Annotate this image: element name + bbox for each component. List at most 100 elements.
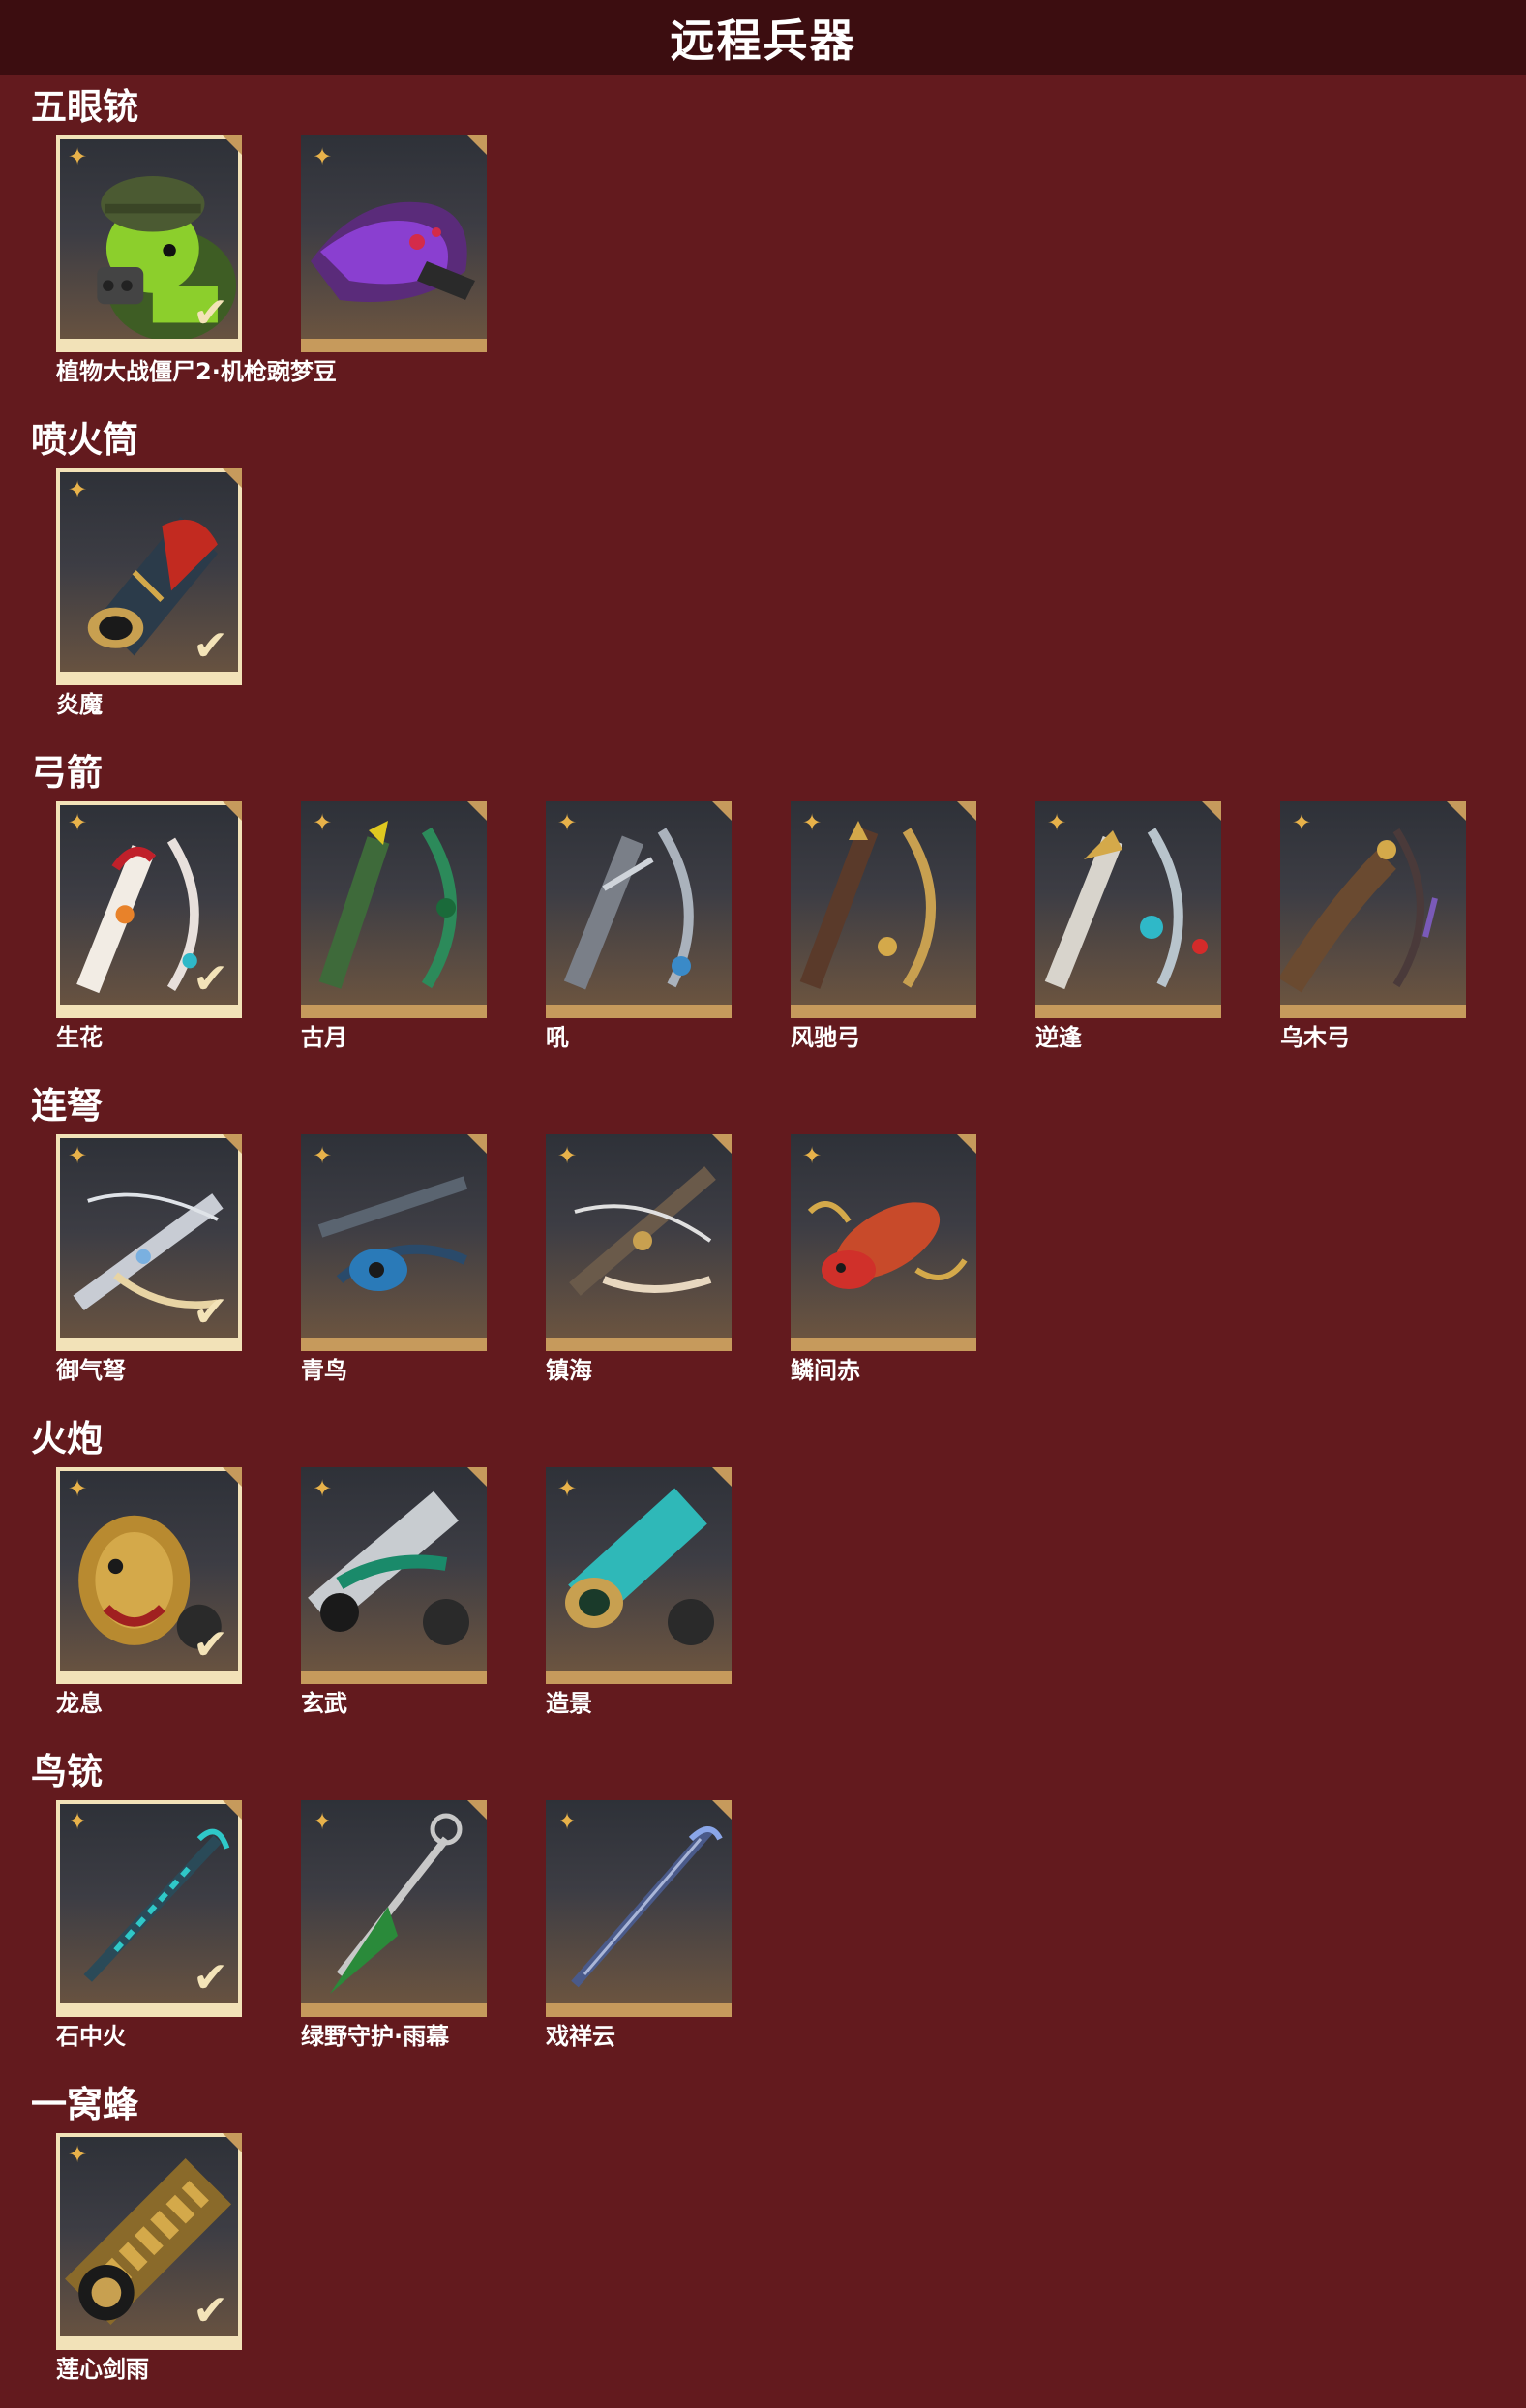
weapon-name: 莲心剑雨 bbox=[56, 2356, 149, 2383]
weapon-card[interactable]: ✦ bbox=[301, 801, 487, 1018]
corner-tag-icon bbox=[223, 2133, 242, 2152]
card-bottom-bar bbox=[56, 339, 242, 352]
weapon-card[interactable]: ✦ ✔ bbox=[56, 1134, 242, 1351]
card-bottom-bar bbox=[791, 1338, 976, 1351]
card-bottom-bar bbox=[56, 2336, 242, 2350]
weapon-card[interactable]: ✦ ✔ bbox=[56, 1800, 242, 2017]
corner-tag-icon bbox=[712, 801, 732, 821]
card-bottom-bar bbox=[1280, 1005, 1466, 1018]
rarity-star-icon: ✦ bbox=[67, 1808, 88, 1835]
corner-tag-icon bbox=[467, 1467, 487, 1487]
corner-tag-icon bbox=[712, 1467, 732, 1487]
card-bottom-bar bbox=[301, 1671, 487, 1684]
corner-tag-icon bbox=[467, 135, 487, 155]
rarity-star-icon: ✦ bbox=[312, 1808, 333, 1835]
section-title: 一窝蜂 bbox=[31, 2084, 138, 2125]
weapon-card[interactable]: ✦ bbox=[791, 1134, 976, 1351]
owned-check-icon: ✔ bbox=[193, 288, 228, 338]
corner-tag-icon bbox=[223, 1134, 242, 1154]
card-bottom-bar bbox=[546, 2003, 732, 2017]
rarity-star-icon: ✦ bbox=[556, 1142, 578, 1169]
owned-check-icon: ✔ bbox=[193, 2286, 228, 2335]
card-bottom-bar bbox=[301, 339, 487, 352]
weapon-card[interactable]: ✦ bbox=[301, 1467, 487, 1684]
owned-check-icon: ✔ bbox=[193, 954, 228, 1004]
card-bottom-bar bbox=[1035, 1005, 1221, 1018]
card-bottom-bar bbox=[791, 1005, 976, 1018]
card-bottom-bar bbox=[546, 1338, 732, 1351]
rarity-star-icon: ✦ bbox=[67, 476, 88, 503]
card-bottom-bar bbox=[546, 1671, 732, 1684]
weapon-card[interactable]: ✦ ✔ bbox=[56, 2133, 242, 2350]
owned-check-icon: ✔ bbox=[193, 1287, 228, 1337]
card-bottom-bar bbox=[301, 2003, 487, 2017]
section-title: 弓箭 bbox=[31, 752, 103, 794]
weapon-card[interactable]: ✦ bbox=[791, 801, 976, 1018]
rarity-star-icon: ✦ bbox=[67, 2141, 88, 2168]
weapon-card[interactable]: ✦ bbox=[546, 1134, 732, 1351]
weapon-card[interactable]: ✦ ✔ bbox=[56, 468, 242, 685]
weapon-name: 炎魔 bbox=[56, 691, 103, 718]
weapon-card[interactable]: ✦ ✔ bbox=[56, 1467, 242, 1684]
page-title: 远程兵器 bbox=[670, 15, 856, 67]
weapon-name: 造景 bbox=[546, 1690, 592, 1717]
card-bottom-bar bbox=[56, 1005, 242, 1018]
section-title: 五眼铳 bbox=[31, 86, 138, 128]
weapon-card[interactable]: ✦ bbox=[301, 1800, 487, 2017]
rarity-star-icon: ✦ bbox=[312, 143, 333, 170]
corner-tag-icon bbox=[1447, 801, 1466, 821]
corner-tag-icon bbox=[223, 1467, 242, 1487]
weapon-card[interactable]: ✦ bbox=[1035, 801, 1221, 1018]
weapon-card[interactable]: ✦ bbox=[546, 1467, 732, 1684]
section-title: 鸟铳 bbox=[31, 1751, 103, 1792]
rarity-star-icon: ✦ bbox=[556, 1475, 578, 1502]
card-bottom-bar bbox=[546, 1005, 732, 1018]
rarity-star-icon: ✦ bbox=[67, 143, 88, 170]
section-title: 连弩 bbox=[31, 1085, 103, 1127]
rarity-star-icon: ✦ bbox=[801, 1142, 823, 1169]
weapon-name: 乌木弓 bbox=[1280, 1024, 1350, 1051]
rarity-star-icon: ✦ bbox=[67, 809, 88, 836]
owned-check-icon: ✔ bbox=[193, 621, 228, 671]
card-bottom-bar bbox=[56, 1338, 242, 1351]
corner-tag-icon bbox=[223, 1800, 242, 1820]
card-bottom-bar bbox=[301, 1005, 487, 1018]
rarity-star-icon: ✦ bbox=[312, 1475, 333, 1502]
rarity-star-icon: ✦ bbox=[312, 809, 333, 836]
rarity-star-icon: ✦ bbox=[556, 809, 578, 836]
weapon-card[interactable]: ✦ ✔ bbox=[56, 135, 242, 352]
rarity-star-icon: ✦ bbox=[1291, 809, 1312, 836]
corner-tag-icon bbox=[712, 1800, 732, 1820]
rarity-star-icon: ✦ bbox=[312, 1142, 333, 1169]
corner-tag-icon bbox=[467, 1800, 487, 1820]
corner-tag-icon bbox=[467, 1134, 487, 1154]
rarity-star-icon: ✦ bbox=[67, 1475, 88, 1502]
section-title: 喷火筒 bbox=[31, 419, 138, 461]
section-title: 火炮 bbox=[31, 1418, 103, 1460]
owned-check-icon: ✔ bbox=[193, 1953, 228, 2002]
corner-tag-icon bbox=[223, 801, 242, 821]
weapon-card[interactable]: ✦ bbox=[301, 135, 487, 352]
weapon-card[interactable]: ✦ bbox=[301, 1134, 487, 1351]
weapon-name: 鳞间赤 bbox=[791, 1357, 860, 1384]
weapon-name: 植物大战僵尸2·机枪豌梦豆 bbox=[56, 358, 337, 385]
card-bottom-bar bbox=[56, 672, 242, 685]
corner-tag-icon bbox=[223, 135, 242, 155]
weapon-card[interactable]: ✦ bbox=[546, 1800, 732, 2017]
weapon-card[interactable]: ✦ bbox=[1280, 801, 1466, 1018]
card-bottom-bar bbox=[56, 2003, 242, 2017]
corner-tag-icon bbox=[467, 801, 487, 821]
corner-tag-icon bbox=[712, 1134, 732, 1154]
weapon-card[interactable]: ✦ bbox=[546, 801, 732, 1018]
weapon-name: 戏祥云 bbox=[546, 2023, 615, 2050]
rarity-star-icon: ✦ bbox=[801, 809, 823, 836]
weapon-card[interactable]: ✦ ✔ bbox=[56, 801, 242, 1018]
rarity-star-icon: ✦ bbox=[67, 1142, 88, 1169]
rarity-star-icon: ✦ bbox=[556, 1808, 578, 1835]
title-bar: 远程兵器 bbox=[0, 0, 1526, 75]
corner-tag-icon bbox=[957, 1134, 976, 1154]
card-bottom-bar bbox=[56, 1671, 242, 1684]
owned-check-icon: ✔ bbox=[193, 1620, 228, 1670]
card-bottom-bar bbox=[301, 1338, 487, 1351]
corner-tag-icon bbox=[223, 468, 242, 488]
